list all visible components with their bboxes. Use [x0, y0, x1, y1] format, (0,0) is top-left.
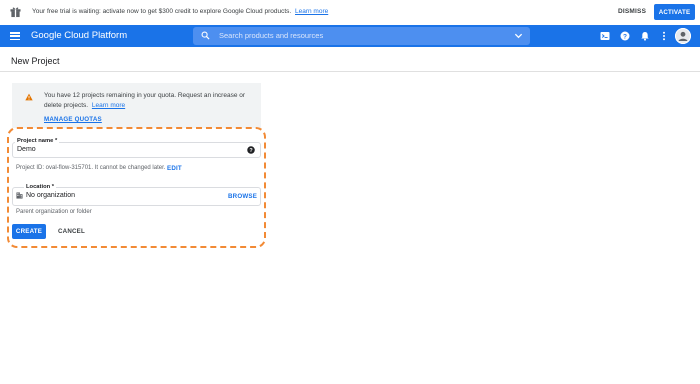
browse-button[interactable]: BROWSE	[228, 193, 257, 200]
project-name-value[interactable]: Demo	[17, 146, 36, 153]
activate-button[interactable]: ACTIVATE	[654, 4, 695, 20]
chevron-down-icon[interactable]	[514, 32, 523, 40]
search-icon	[201, 31, 210, 40]
create-button[interactable]: CREATE	[12, 224, 46, 239]
promo-banner: Your free trial is waiting: activate now…	[0, 0, 700, 25]
project-id-hint: Project ID: oval-flow-315701. It cannot …	[16, 165, 166, 171]
organization-icon	[16, 192, 23, 199]
gift-icon	[10, 7, 21, 18]
quota-notice: You have 12 projects remaining in your q…	[12, 83, 261, 128]
cloud-shell-icon[interactable]	[600, 31, 610, 41]
quota-learn-more-link[interactable]: Learn more	[92, 102, 125, 109]
warning-icon	[25, 93, 33, 101]
project-name-field[interactable]	[12, 142, 261, 158]
avatar[interactable]	[675, 28, 691, 44]
manage-quotas-link[interactable]: MANAGE QUOTAS	[44, 116, 102, 123]
notifications-bell-icon[interactable]	[640, 31, 650, 41]
dismiss-button[interactable]: DISMISS	[618, 8, 646, 15]
promo-message: Your free trial is waiting: activate now…	[32, 8, 328, 15]
more-vert-icon[interactable]	[659, 31, 669, 41]
location-value: No organization	[26, 192, 76, 199]
page-title: New Project	[11, 56, 60, 66]
cancel-button[interactable]: CANCEL	[58, 228, 85, 235]
svg-text:?: ?	[623, 33, 627, 40]
edit-project-id-button[interactable]: EDIT	[167, 165, 182, 172]
brand-title[interactable]: Google Cloud Platform	[31, 30, 127, 41]
header-divider	[0, 71, 700, 72]
help-icon[interactable]: ?	[247, 146, 255, 154]
quota-message: You have 12 projects remaining in your q…	[44, 91, 254, 111]
promo-text: Your free trial is waiting: activate now…	[32, 8, 292, 15]
menu-icon[interactable]	[10, 32, 20, 41]
help-icon[interactable]: ?	[620, 31, 630, 41]
location-label: Location *	[24, 184, 57, 190]
promo-learn-more-link[interactable]: Learn more	[295, 8, 328, 15]
project-name-label: Project name *	[15, 138, 60, 144]
search-bar[interactable]: Search products and resources	[193, 27, 530, 45]
location-hint: Parent organization or folder	[16, 209, 92, 215]
search-placeholder: Search products and resources	[219, 31, 324, 40]
quota-text: You have 12 projects remaining in your q…	[44, 92, 246, 109]
